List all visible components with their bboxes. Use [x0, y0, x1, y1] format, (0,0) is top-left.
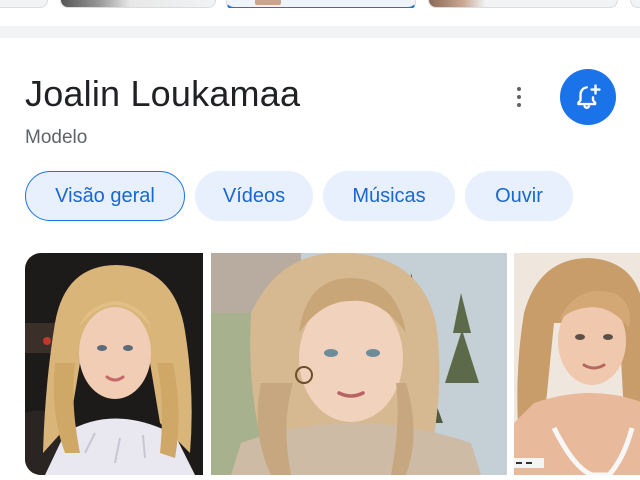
top-thumbnail[interactable]	[0, 0, 48, 8]
top-thumbnail[interactable]	[630, 0, 640, 8]
gallery-photo[interactable]	[211, 253, 507, 475]
bell-plus-icon	[577, 84, 601, 109]
image-gallery	[25, 253, 640, 475]
section-divider	[0, 26, 640, 38]
more-vert-icon	[517, 87, 521, 107]
tab-videos[interactable]: Vídeos	[195, 171, 313, 221]
tab-listen[interactable]: Ouvir	[465, 171, 573, 221]
more-options-button[interactable]	[505, 83, 533, 111]
top-image-carousel	[0, 0, 640, 8]
entity-title: Joalin Loukamaa	[25, 73, 301, 114]
top-thumbnail[interactable]	[60, 0, 216, 8]
entity-category: Modelo	[25, 127, 88, 148]
tab-music[interactable]: Músicas	[323, 171, 455, 221]
top-thumbnail-selected[interactable]	[226, 0, 416, 8]
tab-overview[interactable]: Visão geral	[25, 171, 185, 221]
follow-button[interactable]	[560, 69, 616, 125]
gallery-photo[interactable]	[25, 253, 203, 475]
gallery-photo[interactable]	[514, 253, 640, 475]
top-thumbnail[interactable]	[428, 0, 618, 8]
